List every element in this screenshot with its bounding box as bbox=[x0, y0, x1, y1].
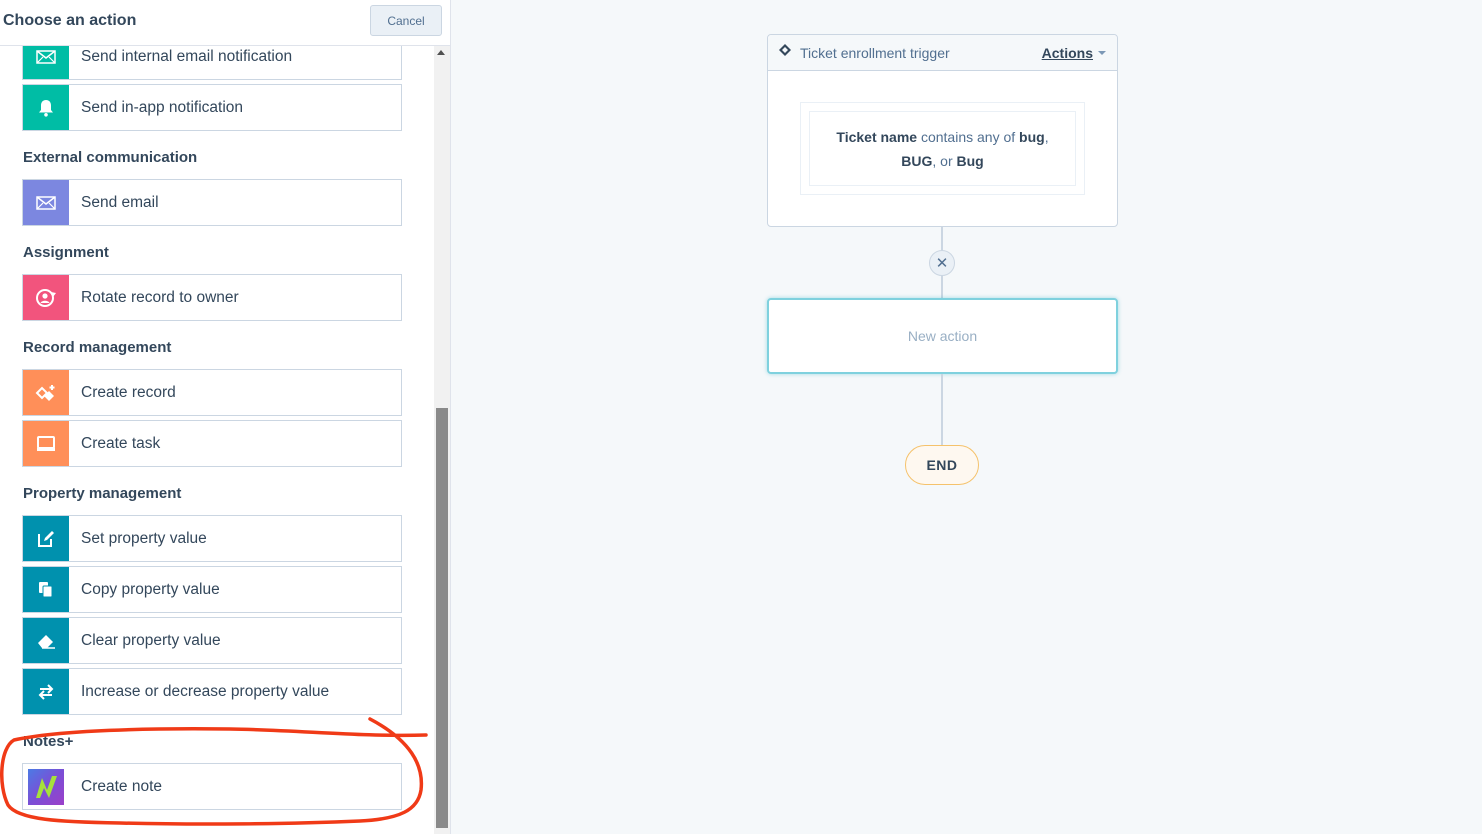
action-label: Rotate record to owner bbox=[81, 288, 239, 306]
action-create-task[interactable]: Create task bbox=[22, 420, 402, 467]
action-label: Clear property value bbox=[81, 631, 221, 649]
end-node: END bbox=[905, 445, 979, 485]
section-heading-notes-plus: Notes+ bbox=[23, 733, 74, 750]
action-create-note[interactable]: Create note bbox=[22, 763, 402, 810]
rotate-user-icon bbox=[23, 275, 69, 320]
eraser-icon bbox=[23, 618, 69, 663]
action-clear-property-value[interactable]: Clear property value bbox=[22, 617, 402, 664]
panel-scrollbar[interactable] bbox=[434, 46, 450, 834]
filter-property: Ticket name bbox=[836, 128, 918, 145]
filter-operator: contains any of bbox=[920, 128, 1016, 145]
filter-group: Ticket name contains any of bug, BUG, or… bbox=[800, 102, 1085, 195]
filter-condition[interactable]: Ticket name contains any of bug, BUG, or… bbox=[809, 111, 1076, 186]
action-send-inapp-notification[interactable]: Send in-app notification bbox=[22, 84, 402, 131]
action-label: Create record bbox=[81, 383, 176, 401]
notes-plus-logo-icon bbox=[23, 764, 69, 809]
action-label: Create task bbox=[81, 434, 161, 452]
action-panel: Send internal email notification Send in… bbox=[0, 0, 451, 834]
filter-value: bug bbox=[1019, 128, 1045, 145]
trigger-card-header: Ticket enrollment trigger Actions bbox=[768, 35, 1117, 71]
swap-arrows-icon bbox=[23, 669, 69, 714]
action-label: Copy property value bbox=[81, 580, 220, 598]
bell-icon bbox=[23, 85, 69, 130]
panel-header: Choose an action Cancel bbox=[0, 0, 450, 46]
envelope-icon bbox=[23, 180, 69, 225]
section-heading-assignment: Assignment bbox=[23, 244, 109, 261]
action-copy-property-value[interactable]: Copy property value bbox=[22, 566, 402, 613]
new-action-card[interactable]: New action bbox=[767, 298, 1118, 374]
section-heading-external-communication: External communication bbox=[23, 149, 198, 166]
action-rotate-record-to-owner[interactable]: Rotate record to owner bbox=[22, 274, 402, 321]
scroll-up-arrow-icon[interactable] bbox=[437, 50, 445, 55]
task-icon bbox=[23, 421, 69, 466]
diamond-icon bbox=[778, 43, 792, 62]
filter-value: Bug bbox=[956, 152, 984, 169]
caret-down-icon[interactable] bbox=[1098, 51, 1106, 55]
action-label: Create note bbox=[81, 777, 162, 795]
filter-value: BUG bbox=[901, 152, 933, 169]
edit-icon bbox=[23, 516, 69, 561]
action-set-property-value[interactable]: Set property value bbox=[22, 515, 402, 562]
action-list: Send internal email notification Send in… bbox=[0, 33, 450, 834]
action-create-record[interactable]: Create record bbox=[22, 369, 402, 416]
action-send-email[interactable]: Send email bbox=[22, 179, 402, 226]
panel-title: Choose an action bbox=[3, 12, 137, 29]
section-heading-record-management: Record management bbox=[23, 339, 172, 356]
action-increase-decrease-property-value[interactable]: Increase or decrease property value bbox=[22, 668, 402, 715]
actions-dropdown[interactable]: Actions bbox=[1042, 45, 1093, 61]
action-label: Send email bbox=[81, 193, 159, 211]
trigger-title: Ticket enrollment trigger bbox=[800, 44, 950, 61]
action-label: Send in-app notification bbox=[81, 98, 244, 116]
cancel-button[interactable]: Cancel bbox=[370, 5, 442, 36]
enrollment-trigger-card[interactable]: Ticket enrollment trigger Actions Ticket… bbox=[767, 34, 1118, 227]
workflow-connector bbox=[941, 374, 943, 445]
section-heading-property-management: Property management bbox=[23, 485, 182, 502]
scrollbar-thumb[interactable] bbox=[436, 408, 448, 828]
create-record-icon bbox=[23, 370, 69, 415]
remove-action-button[interactable]: ✕ bbox=[929, 250, 955, 276]
copy-icon bbox=[23, 567, 69, 612]
filter-separator: , or bbox=[932, 152, 953, 169]
action-label: Set property value bbox=[81, 529, 207, 547]
filter-separator: , bbox=[1044, 128, 1049, 145]
action-label: Increase or decrease property value bbox=[81, 682, 330, 700]
